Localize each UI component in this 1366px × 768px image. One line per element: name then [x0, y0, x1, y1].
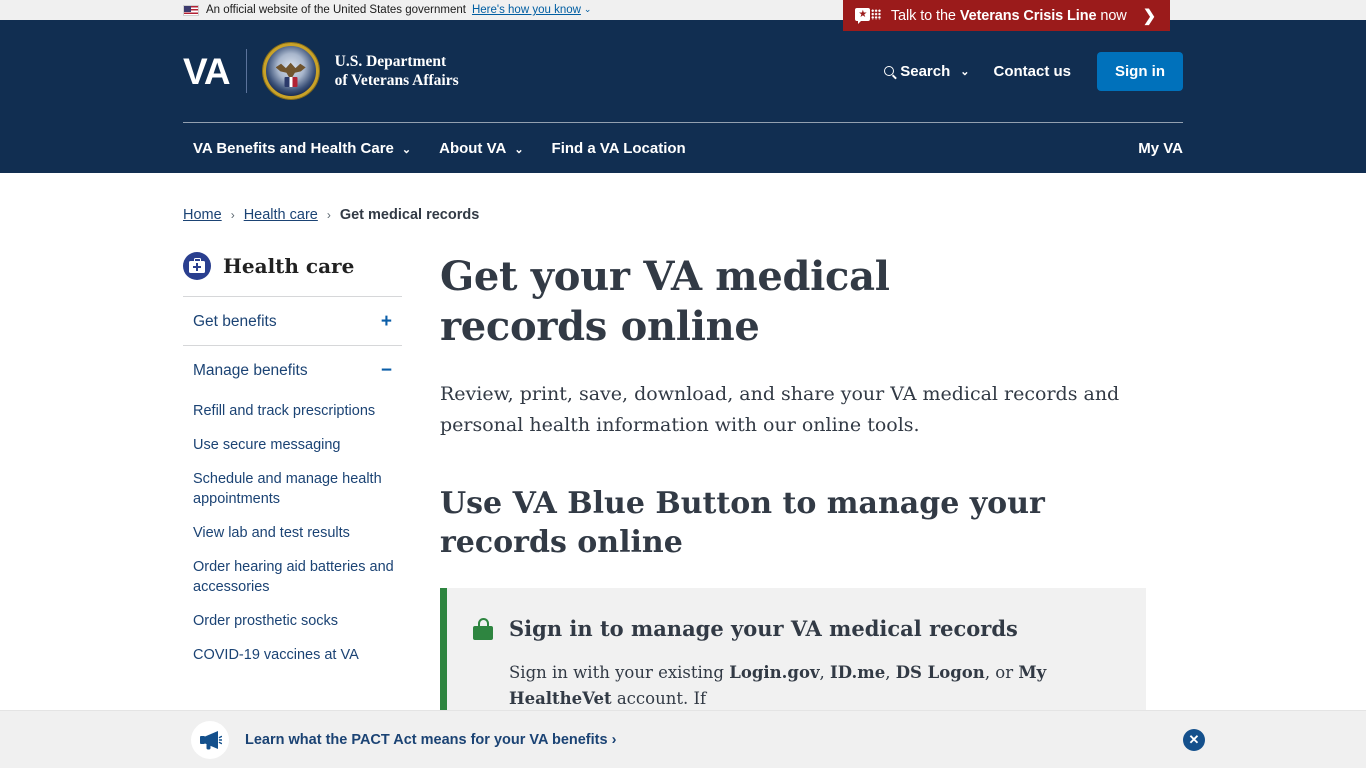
account-id-me: ID.me	[830, 662, 886, 682]
gov-banner-text: An official website of the United States…	[206, 4, 466, 16]
breadcrumb-separator: ›	[230, 208, 235, 222]
sidebar-submenu: Refill and track prescriptions Use secur…	[183, 394, 402, 672]
search-button[interactable]: Search ⌄	[874, 57, 979, 86]
logo-divider	[245, 49, 247, 93]
megaphone-icon	[191, 720, 229, 759]
close-icon[interactable]: ✕	[1183, 728, 1205, 751]
department-line-2: of Veterans Affairs	[334, 72, 459, 89]
accordion-label: Get benefits	[193, 312, 277, 330]
accordion-label: Manage benefits	[193, 361, 308, 379]
sidebar-item-order-hearing-aid-batteries-and-accessories[interactable]: Order hearing aid batteries and accessor…	[193, 550, 398, 604]
sidebar-item-order-prosthetic-socks[interactable]: Order prosthetic socks	[193, 604, 398, 638]
department-name: U.S. Department of Veterans Affairs	[335, 52, 459, 91]
lock-icon	[473, 618, 493, 641]
account-login-gov: Login.gov	[729, 662, 820, 682]
sidebar-item-covid-19-vaccines-at-va[interactable]: COVID-19 vaccines at VA	[193, 638, 398, 672]
va-gov-page: An official website of the United States…	[0, 0, 1366, 768]
nav-label: Find a VA Location	[551, 139, 686, 157]
veterans-crisis-line-banner[interactable]: ★ Talk to the Veterans Crisis Line now ❯	[842, 0, 1170, 31]
us-flag-icon	[183, 4, 199, 16]
sidebar-navigation: Health care Get benefits + Manage benefi…	[183, 252, 420, 740]
alert-body-prefix: Sign in with your existing	[509, 662, 730, 682]
sidebar-item-view-lab-and-test-results[interactable]: View lab and test results	[193, 516, 398, 550]
department-line-1: U.S. Department	[334, 52, 447, 70]
pact-act-link[interactable]: Learn what the PACT Act means for your V…	[245, 732, 616, 748]
chevron-down-icon: ⌄	[583, 4, 592, 14]
nav-label: About VA	[439, 139, 507, 157]
alert-title: Sign in to manage your VA medical record…	[509, 616, 1018, 642]
sidebar-item-use-secure-messaging[interactable]: Use secure messaging	[193, 428, 398, 462]
account-ds-logon: DS Logon	[895, 662, 985, 682]
breadcrumb-item-health-care[interactable]: Health care	[244, 207, 318, 223]
intro-paragraph: Review, print, save, download, and share…	[440, 382, 1120, 436]
main-content: Get your VA medical records online Revie…	[420, 252, 1183, 741]
alert-body-suffix: account. If	[611, 688, 707, 708]
va-seal-icon	[262, 43, 319, 99]
va-logo-home-link[interactable]: VA U.S. Department of Veterans Affairs	[183, 43, 459, 99]
section-title: Use VA Blue Button to manage your record…	[440, 486, 1045, 561]
sidebar-item-refill-and-track-prescriptions[interactable]: Refill and track prescriptions	[193, 394, 398, 428]
heres-how-you-know-link[interactable]: Here's how you know ⌄	[472, 4, 592, 16]
chevron-down-icon: ⌄	[401, 143, 412, 156]
main-navigation: VA Benefits and Health Care ⌄ About VA ⌄…	[183, 123, 1183, 173]
expand-icon: +	[380, 311, 392, 332]
chevron-right-icon: ›	[611, 731, 617, 748]
chevron-down-icon: ⌄	[514, 143, 524, 156]
sidebar-item-schedule-and-manage-health-appointments[interactable]: Schedule and manage health appointments	[193, 462, 398, 516]
sidebar-accordion-get-benefits[interactable]: Get benefits +	[183, 296, 402, 345]
chevron-down-icon: ⌄	[960, 65, 970, 78]
nav-item-about-va[interactable]: About VA ⌄	[425, 132, 537, 165]
breadcrumb: Home › Health care › Get medical records	[183, 173, 1183, 223]
breadcrumb-item-home[interactable]: Home	[183, 207, 222, 223]
site-header: VA U.S. Department of Veterans Affairs S…	[0, 20, 1366, 173]
sign-in-button[interactable]: Sign in	[1097, 51, 1183, 91]
collapse-icon: −	[380, 360, 392, 381]
health-care-bag-icon	[183, 252, 211, 280]
nav-item-va-benefits-and-health-care[interactable]: VA Benefits and Health Care ⌄	[183, 132, 425, 165]
nav-item-my-va[interactable]: My VA	[1124, 132, 1183, 165]
breadcrumb-separator: ›	[326, 208, 331, 222]
alert-body: Sign in with your existing Login.gov, ID…	[509, 662, 1047, 708]
va-wordmark: VA	[183, 50, 231, 92]
heres-how-you-know-label: Here's how you know	[471, 4, 581, 16]
crisis-line-label: Talk to the Veterans Crisis Line now	[890, 7, 1127, 24]
search-label: Search	[900, 62, 951, 80]
contact-us-button[interactable]: Contact us	[979, 57, 1085, 86]
sidebar-accordion-manage-benefits[interactable]: Manage benefits −	[183, 345, 402, 394]
pact-act-label: Learn what the PACT Act means for your V…	[245, 731, 608, 748]
pact-act-banner: Learn what the PACT Act means for your V…	[0, 710, 1366, 768]
breadcrumb-item-current: Get medical records	[339, 207, 480, 223]
sidebar-title: Health care	[223, 254, 355, 278]
sidebar-header[interactable]: Health care	[183, 252, 402, 296]
page-content: Home › Health care › Get medical records…	[183, 173, 1183, 741]
nav-label: VA Benefits and Health Care	[193, 139, 394, 157]
page-title: Get your VA medical records online	[440, 253, 890, 351]
search-icon	[884, 66, 895, 76]
nav-item-find-a-va-location[interactable]: Find a VA Location	[538, 132, 700, 165]
crisis-chat-icon: ★	[854, 7, 881, 24]
chevron-right-icon: ❯	[1142, 7, 1156, 25]
